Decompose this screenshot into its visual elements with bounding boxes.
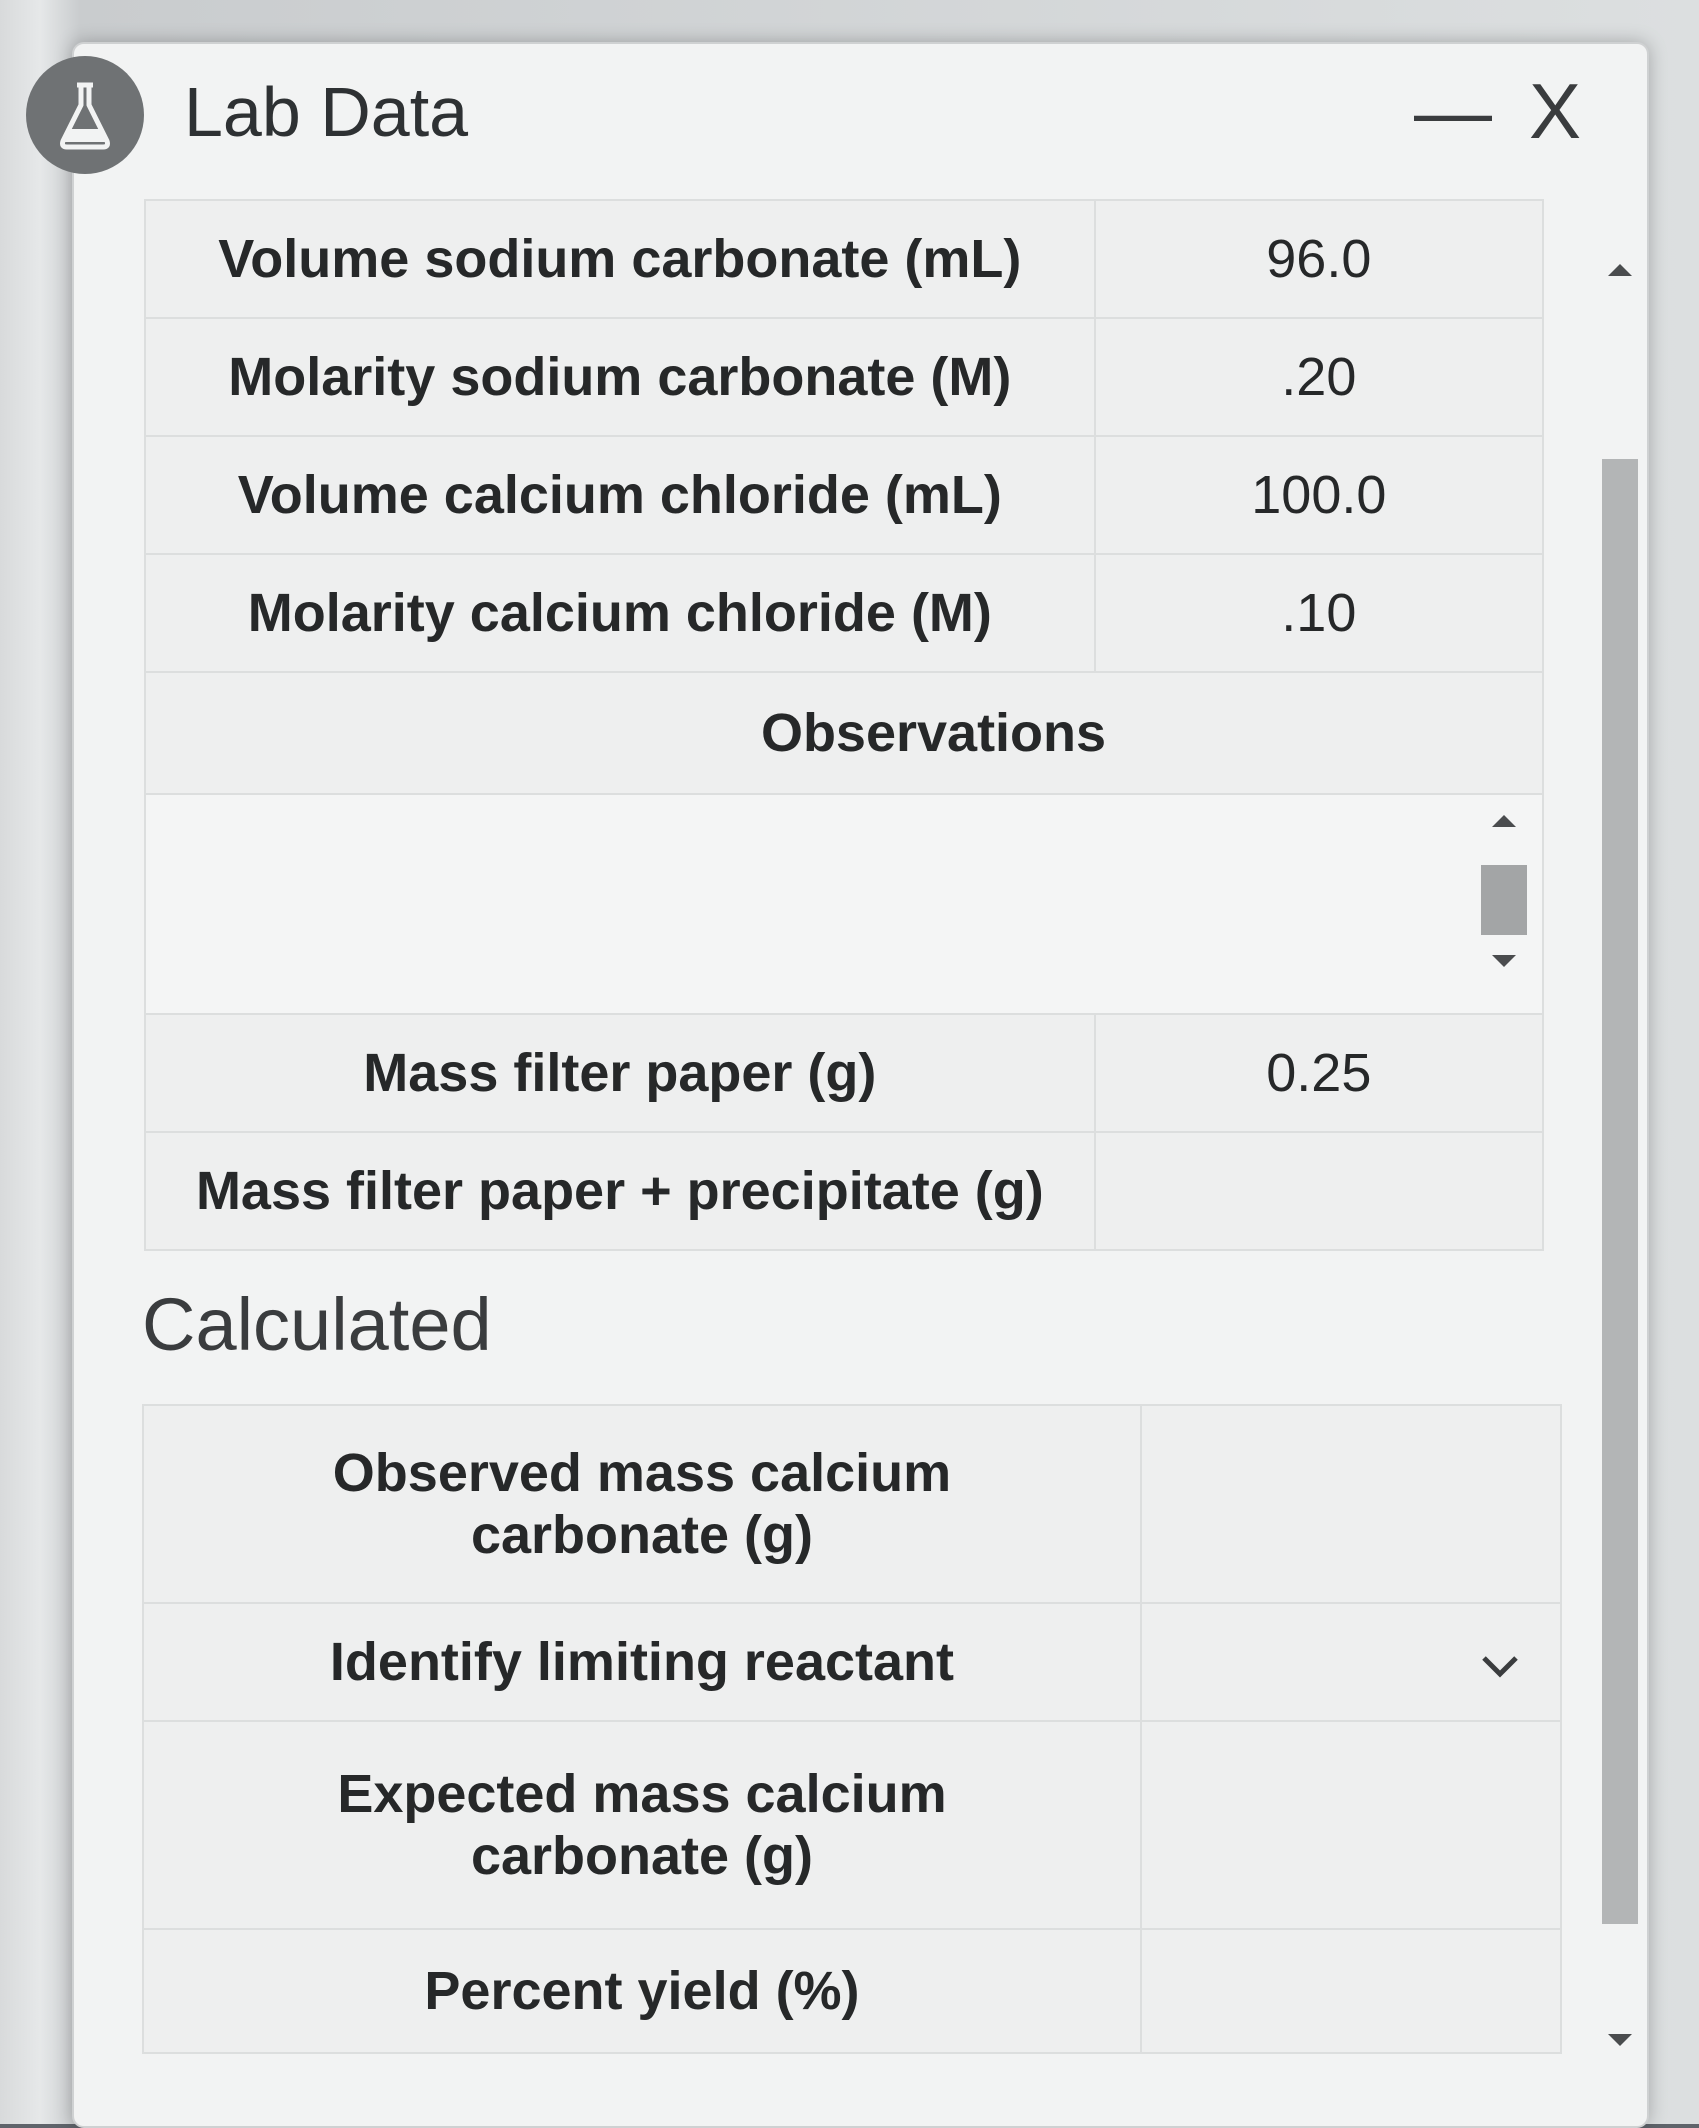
row-value[interactable]: .10 [1093, 553, 1545, 673]
calculated-table: Observed mass calcium carbonate (g) Iden… [142, 1404, 1563, 2054]
table-row: Molarity sodium carbonate (M) .20 [144, 317, 1545, 437]
row-label: Mass filter paper (g) [144, 1013, 1096, 1133]
table-row: Observed mass calcium carbonate (g) [142, 1404, 1563, 1604]
row-label: Identify limiting reactant [142, 1602, 1142, 1722]
scroll-up-icon[interactable] [1608, 264, 1632, 276]
window-title: Lab Data [184, 73, 469, 151]
chevron-down-icon [1482, 1656, 1518, 1678]
table-row: Mass filter paper (g) 0.25 [144, 1013, 1545, 1133]
observations-scrollbar[interactable] [1478, 815, 1530, 985]
row-value[interactable]: 96.0 [1093, 199, 1545, 319]
table-row: Mass filter paper + precipitate (g) [144, 1131, 1545, 1251]
scroll-down-icon[interactable] [1608, 2034, 1632, 2046]
row-value[interactable] [1093, 1131, 1545, 1251]
table-row: Percent yield (%) [142, 1928, 1563, 2054]
row-label: Percent yield (%) [142, 1928, 1142, 2054]
row-value[interactable] [1139, 1720, 1563, 1930]
row-label: Observed mass calcium carbonate (g) [142, 1404, 1142, 1604]
limiting-reactant-select[interactable] [1139, 1602, 1563, 1722]
row-value[interactable] [1139, 1404, 1563, 1604]
row-value[interactable]: 100.0 [1093, 435, 1545, 555]
window-scrollbar[interactable] [1592, 214, 1648, 2094]
row-label: Volume calcium chloride (mL) [144, 435, 1096, 555]
input-data-table: Volume sodium carbonate (mL) 96.0 Molari… [144, 199, 1545, 1251]
row-label: Molarity sodium carbonate (M) [144, 317, 1096, 437]
observations-header-row: Observations [144, 671, 1544, 795]
flask-icon [26, 56, 144, 174]
observations-textarea[interactable] [144, 793, 1544, 1015]
observations-label: Observations [144, 671, 1544, 795]
scroll-down-icon[interactable] [1492, 955, 1516, 967]
scroll-up-icon[interactable] [1492, 815, 1516, 827]
close-button[interactable]: X [1529, 72, 1581, 150]
row-label: Molarity calcium chloride (M) [144, 553, 1096, 673]
table-row: Volume calcium chloride (mL) 100.0 [144, 435, 1545, 555]
observations-row [144, 793, 1544, 1015]
table-row: Identify limiting reactant [142, 1602, 1563, 1722]
table-row: Expected mass calcium carbonate (g) [142, 1720, 1563, 1930]
observations-scroll-thumb[interactable] [1481, 865, 1527, 935]
row-value[interactable]: .20 [1093, 317, 1545, 437]
row-label: Expected mass calcium carbonate (g) [142, 1720, 1142, 1930]
row-label: Mass filter paper + precipitate (g) [144, 1131, 1096, 1251]
row-value[interactable] [1139, 1928, 1563, 2054]
calculated-heading: Calculated [142, 1283, 492, 1366]
window-scroll-thumb[interactable] [1602, 459, 1638, 1924]
row-label: Volume sodium carbonate (mL) [144, 199, 1096, 319]
minimize-button[interactable]: — [1414, 72, 1492, 150]
table-row: Volume sodium carbonate (mL) 96.0 [144, 199, 1545, 319]
row-value[interactable]: 0.25 [1093, 1013, 1545, 1133]
table-row: Molarity calcium chloride (M) .10 [144, 553, 1545, 673]
lab-data-window: Lab Data — X Volume sodium carbonate (mL… [26, 42, 1649, 2128]
